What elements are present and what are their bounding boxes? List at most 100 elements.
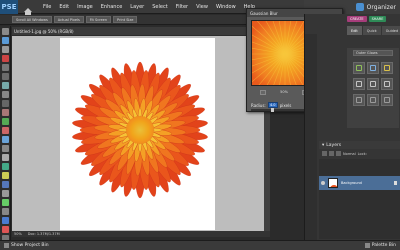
effect-glow-icon [370, 65, 376, 71]
organizer-button[interactable]: Organizer [367, 4, 396, 11]
menu-window[interactable]: Window [212, 4, 240, 10]
effects-category-select[interactable]: Outer Glows [353, 50, 393, 56]
eyedropper-tool-icon[interactable] [2, 55, 9, 62]
effect-glow-icon [356, 97, 362, 103]
radius-label: Radius: [251, 102, 266, 108]
menu-filter[interactable]: Filter [172, 4, 192, 10]
effect-thumb-1[interactable] [353, 62, 365, 74]
app-logo: PSE [0, 0, 18, 14]
menu-select[interactable]: Select [148, 4, 171, 10]
tab-guided[interactable]: Guided [381, 26, 400, 35]
effect-thumb-5[interactable] [367, 78, 379, 90]
blend-mode-select[interactable]: Normal [343, 152, 356, 156]
layer-row-background[interactable]: Background [319, 176, 400, 190]
home-icon[interactable] [23, 2, 35, 16]
zoom-tool-icon[interactable] [2, 37, 9, 44]
menu-items: File Edit Image Enhance Layer Select Fil… [39, 4, 259, 10]
effect-glow-icon [384, 97, 390, 103]
palette-bin-label: Palette Bin [371, 243, 396, 248]
bottom-bar: Show Project Bin Palette Bin [0, 240, 400, 250]
actual-pixels-button[interactable]: Actual Pixels [53, 16, 84, 23]
pencil-tool-icon[interactable] [2, 226, 9, 233]
spot-healing-tool-icon[interactable] [2, 136, 9, 143]
radius-slider-knob[interactable] [270, 108, 274, 112]
edit-mode-tabs: Edit Quick Guided [347, 26, 400, 35]
print-size-button[interactable]: Print Size [113, 16, 138, 23]
menu-view[interactable]: View [192, 4, 212, 10]
effect-thumb-6[interactable] [381, 78, 393, 90]
cookie-cutter-tool-icon[interactable] [2, 118, 9, 125]
show-project-bin-button[interactable]: Show Project Bin [4, 243, 49, 248]
effect-thumb-3[interactable] [381, 62, 393, 74]
selection-brush-tool-icon[interactable] [2, 91, 9, 98]
scroll-all-windows-button[interactable]: Scroll All Windows [12, 16, 52, 23]
preview-zoom-value: 50% [280, 90, 288, 94]
photo-canvas[interactable] [60, 38, 215, 230]
red-eye-tool-icon[interactable] [2, 127, 9, 134]
menu-file[interactable]: File [39, 4, 55, 10]
collapse-triangle-icon[interactable]: ▾ [322, 143, 324, 148]
effect-thumb-4[interactable] [353, 78, 365, 90]
effect-glow-icon [384, 81, 390, 87]
new-layer-icon[interactable] [322, 151, 327, 156]
visibility-eye-icon[interactable] [321, 181, 325, 185]
layer-thumbnail [328, 178, 338, 188]
tab-edit[interactable]: Edit [347, 26, 362, 35]
blur-tool-icon[interactable] [2, 208, 9, 215]
lock-label: Lock: [357, 151, 367, 156]
adjustment-layer-icon[interactable] [329, 151, 334, 156]
smart-brush-tool-icon[interactable] [2, 172, 9, 179]
show-project-bin-label: Show Project Bin [11, 243, 49, 248]
layer-name: Background [341, 181, 362, 185]
sponge-tool-icon[interactable] [2, 217, 9, 224]
menu-layer[interactable]: Layer [126, 4, 148, 10]
magic-wand-tool-icon[interactable] [2, 82, 9, 89]
mode-switcher: CREATE SHARE [347, 16, 387, 22]
gradient-tool-icon[interactable] [2, 190, 9, 197]
panel-side-strip [305, 34, 317, 240]
flower-image [72, 61, 208, 199]
type-tool-icon[interactable] [2, 100, 9, 107]
status-bar: 50% Doc: 1.37M/1.37M [12, 231, 270, 237]
menu-image[interactable]: Image [73, 4, 97, 10]
organizer-icon[interactable] [355, 3, 364, 11]
effect-glow-icon [356, 81, 362, 87]
marquee-tool-icon[interactable] [2, 64, 9, 71]
effect-thumb-8[interactable] [367, 94, 379, 106]
menu-enhance[interactable]: Enhance [97, 4, 127, 10]
share-button[interactable]: SHARE [368, 16, 387, 22]
paint-bucket-tool-icon[interactable] [2, 181, 9, 188]
palette-bin-button[interactable]: Palette Bin [364, 243, 396, 248]
zoom-out-button[interactable] [260, 89, 267, 95]
hand-tool-icon[interactable] [2, 46, 9, 53]
canvas-area[interactable] [12, 36, 264, 231]
delete-layer-icon[interactable] [336, 151, 341, 156]
move-tool-icon[interactable] [2, 28, 9, 35]
fit-screen-button[interactable]: Fit Screen [85, 16, 112, 23]
brush-tool-icon[interactable] [2, 163, 9, 170]
crop-tool-icon[interactable] [2, 109, 9, 116]
lock-icon [394, 181, 397, 185]
shape-tool-icon[interactable] [2, 199, 9, 206]
layers-panel-header[interactable]: ▾ Layers [319, 141, 400, 149]
right-panel: CREATE SHARE Edit Quick Guided Outer Glo… [304, 14, 400, 240]
effect-glow-icon [370, 97, 376, 103]
layers-title: Layers [326, 142, 342, 148]
effect-thumb-9[interactable] [381, 94, 393, 106]
menu-edit[interactable]: Edit [55, 4, 73, 10]
project-bin-icon [4, 243, 9, 248]
eraser-tool-icon[interactable] [2, 154, 9, 161]
palette-bin-icon [364, 243, 370, 248]
zoom-status: 50% [14, 232, 22, 236]
create-button[interactable]: CREATE [347, 16, 367, 22]
effect-thumb-2[interactable] [367, 62, 379, 74]
effect-thumb-7[interactable] [353, 94, 365, 106]
layers-toolbar: Normal Lock: [319, 150, 400, 157]
effect-glow-icon [370, 81, 376, 87]
tab-quick[interactable]: Quick [362, 26, 381, 35]
radius-unit: pixels [279, 102, 292, 108]
effect-glow-icon [384, 65, 390, 71]
lasso-tool-icon[interactable] [2, 73, 9, 80]
doc-info: Doc: 1.37M/1.37M [27, 232, 60, 236]
clone-stamp-tool-icon[interactable] [2, 145, 9, 152]
